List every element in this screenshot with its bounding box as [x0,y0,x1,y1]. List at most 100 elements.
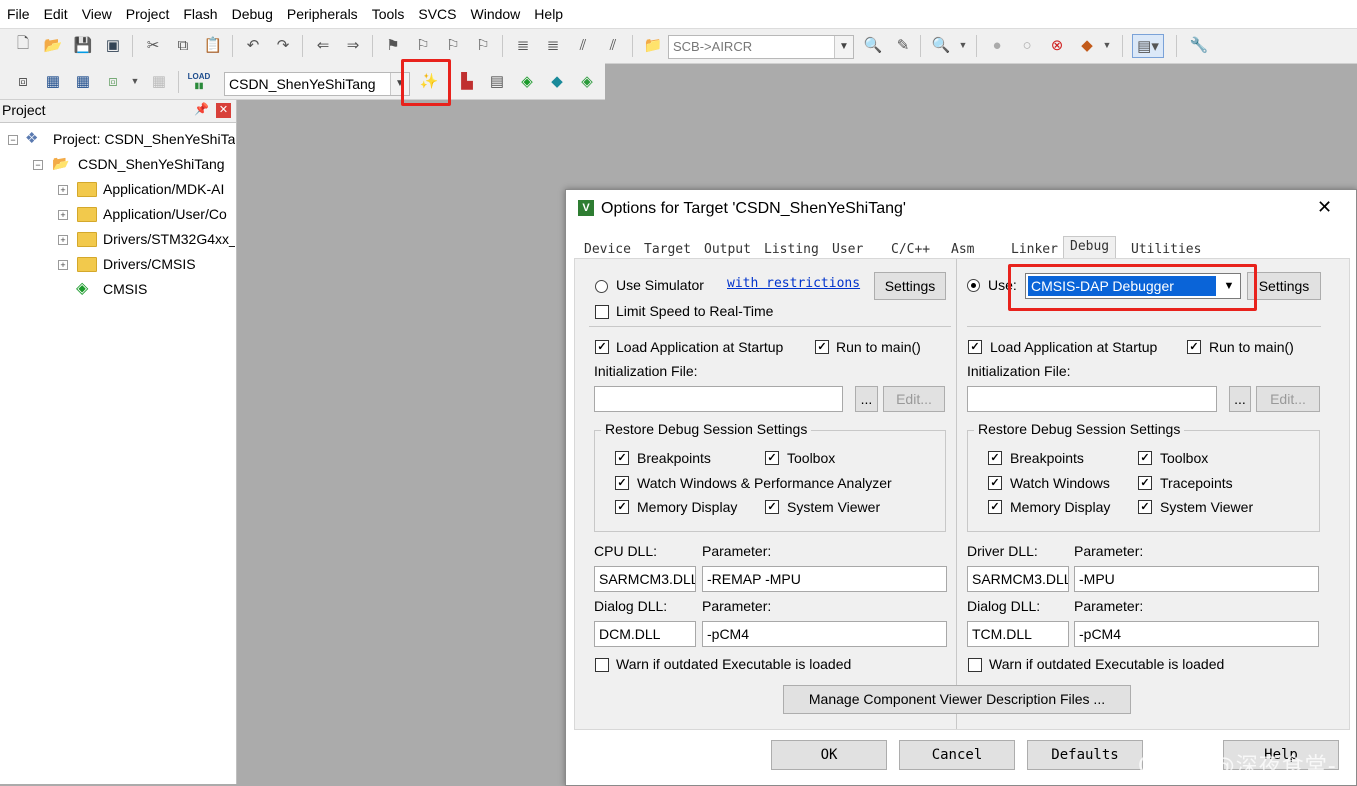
breakpoint-icon[interactable]: ● [986,34,1008,56]
debug-start-icon[interactable]: 🔍 [930,34,952,56]
pack-installer-icon[interactable]: ◈ [576,70,598,92]
unindent-icon[interactable]: ≣ [542,34,564,56]
tab-device[interactable]: Device [584,240,631,260]
chevron-down-icon[interactable]: ▼ [834,36,853,58]
collapse-icon[interactable]: − [8,135,18,145]
init-file-edit-button[interactable]: Edit... [1256,386,1320,412]
save-all-icon[interactable]: ▣ [102,34,124,56]
collapse-icon[interactable]: − [33,160,43,170]
warn-outdated-checkbox[interactable] [595,658,609,672]
cpu-param-input[interactable]: -REMAP -MPU [702,566,947,592]
close-icon[interactable]: ✕ [216,103,231,118]
with-restrictions-link[interactable]: with restrictions [727,276,860,291]
init-file-input[interactable] [967,386,1217,412]
stop-build-icon[interactable]: ▦ [148,70,170,92]
indent-icon[interactable]: ≣ [512,34,534,56]
download-icon[interactable]: LOAD ▮▮ [188,70,211,92]
pin-icon[interactable]: 📌 [194,102,209,116]
init-file-input[interactable] [594,386,843,412]
menu-window[interactable]: Window [464,0,528,28]
manage-rte-icon[interactable]: ◈ [516,70,538,92]
manage-project-items-icon[interactable]: ▤ [486,70,508,92]
nav-forward-icon[interactable]: ⇒ [342,34,364,56]
register-combo[interactable]: SCB->AIRCR ▼ [668,35,854,59]
use-simulator-radio[interactable] [595,280,608,293]
open-folder-icon[interactable]: 📂 [42,34,64,56]
use-debugger-radio[interactable] [967,279,980,292]
dialog-dll-input[interactable]: TCM.DLL [967,621,1069,647]
tree-group-drivers-cmsis[interactable]: Drivers/CMSIS [103,256,235,272]
dropdown-arrow-icon[interactable]: ▼ [124,70,146,92]
dropdown-arrow-icon[interactable]: ▼ [952,34,974,56]
find-icon[interactable]: 🔍 [862,34,884,56]
find-in-files-icon[interactable]: 📁 [642,34,664,56]
menu-help[interactable]: Help [527,0,570,28]
dropdown-arrow-icon[interactable]: ▼ [1096,34,1118,56]
defaults-button[interactable]: Defaults [1027,740,1143,770]
expand-icon[interactable]: + [58,235,68,245]
watch-windows-checkbox[interactable]: ✓ [988,476,1002,490]
new-file-icon[interactable]: 🗋 [12,34,34,56]
memory-display-checkbox[interactable]: ✓ [615,500,629,514]
comment-icon[interactable]: ⫽ [572,34,594,56]
clear-bookmarks-icon[interactable]: ⚐ [472,34,494,56]
cut-icon[interactable]: ✂ [142,34,164,56]
simulator-settings-button[interactable]: Settings [874,272,946,300]
tree-group-application-mdk[interactable]: Application/MDK-AI [103,181,235,197]
menu-project[interactable]: Project [119,0,177,28]
system-viewer-checkbox[interactable]: ✓ [1138,500,1152,514]
translate-icon[interactable]: ⧈ [12,70,34,92]
tab-linker[interactable]: Linker [1011,240,1058,260]
target-combo[interactable]: CSDN_ShenYeShiTang ▼ [224,72,410,96]
disable-breakpoint-icon[interactable]: ○ [1016,34,1038,56]
save-icon[interactable]: 💾 [72,34,94,56]
breakpoints-checkbox[interactable]: ✓ [615,451,629,465]
driver-param-input[interactable]: -MPU [1074,566,1319,592]
tab-listing[interactable]: Listing [764,240,819,260]
driver-dll-input[interactable]: SARMCM3.DLL [967,566,1069,592]
close-icon[interactable]: ✕ [1317,197,1332,218]
memory-display-checkbox[interactable]: ✓ [988,500,1002,514]
tab-utilities[interactable]: Utilities [1131,240,1201,260]
tree-project-root[interactable]: Project: CSDN_ShenYeShiTar [53,131,235,147]
window-layout-icon[interactable]: ▤▾ [1132,34,1164,58]
batch-build-icon[interactable]: ⧈ [102,70,124,92]
select-packs-icon[interactable]: ◆ [546,70,568,92]
debugger-settings-button[interactable]: Settings [1247,272,1321,300]
menu-svcs[interactable]: SVCS [411,0,463,28]
toolbox-checkbox[interactable]: ✓ [1138,451,1152,465]
menu-file[interactable]: File [0,0,37,28]
tracepoints-checkbox[interactable]: ✓ [1138,476,1152,490]
limit-speed-checkbox[interactable] [595,305,609,319]
redo-icon[interactable]: ↷ [272,34,294,56]
init-file-browse-button[interactable]: ... [1229,386,1251,412]
init-file-browse-button[interactable]: ... [855,386,878,412]
menu-edit[interactable]: Edit [37,0,75,28]
run-to-main-checkbox[interactable]: ✓ [815,340,829,354]
menu-flash[interactable]: Flash [176,0,224,28]
menu-view[interactable]: View [75,0,119,28]
manage-component-viewer-button[interactable]: Manage Component Viewer Description File… [783,685,1131,714]
paste-icon[interactable]: 📋 [202,34,224,56]
tab-debug[interactable]: Debug [1063,236,1117,260]
clear-breakpoints-icon[interactable]: ⊗ [1046,34,1068,56]
prev-bookmark-icon[interactable]: ⚐ [412,34,434,56]
dialog-param-input[interactable]: -pCM4 [1074,621,1319,647]
incremental-find-icon[interactable]: ✎ [892,34,914,56]
watch-windows-checkbox[interactable]: ✓ [615,476,629,490]
breakpoints-checkbox[interactable]: ✓ [988,451,1002,465]
cpu-dll-input[interactable]: SARMCM3.DLL [594,566,696,592]
uncomment-icon[interactable]: ⫽ [602,34,624,56]
load-app-checkbox[interactable]: ✓ [595,340,609,354]
tree-group-application-user[interactable]: Application/User/Co [103,206,235,222]
init-file-edit-button[interactable]: Edit... [883,386,945,412]
cancel-button[interactable]: Cancel [899,740,1015,770]
build-icon[interactable]: ▦ [42,70,64,92]
expand-icon[interactable]: + [58,210,68,220]
rebuild-icon[interactable]: ▦ [72,70,94,92]
nav-back-icon[interactable]: ⇐ [312,34,334,56]
tree-group-drivers-stm32[interactable]: Drivers/STM32G4xx_ [103,231,235,247]
file-extensions-icon[interactable]: ▙ [456,70,478,92]
copy-icon[interactable]: ⧉ [172,34,194,56]
system-viewer-checkbox[interactable]: ✓ [765,500,779,514]
